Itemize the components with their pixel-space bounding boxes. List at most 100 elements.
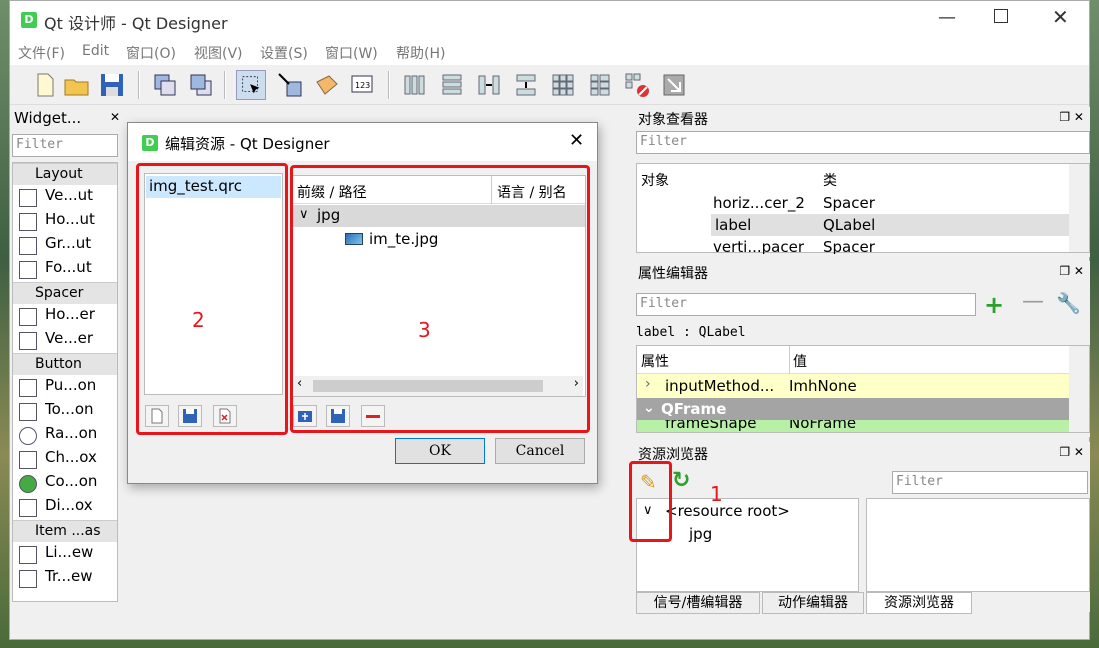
- new-file-icon[interactable]: [30, 70, 60, 100]
- layout-grid-icon[interactable]: [548, 70, 578, 100]
- widget-horizontal-spacer[interactable]: Ho...er: [17, 305, 95, 329]
- qt-designer-icon: D: [142, 135, 158, 151]
- layout-splitter-v-icon[interactable]: [511, 70, 541, 100]
- widget-filter-input[interactable]: Filter: [12, 134, 118, 157]
- widget-list-view[interactable]: Li...ew: [17, 543, 93, 567]
- resource-browser-dock: 资源浏览器 ❐ ✕ ✎ ↻ Filter ∨ <resource root> j…: [634, 442, 1090, 614]
- col-value-header: 值: [793, 354, 807, 370]
- check-box-icon: [19, 451, 37, 469]
- dock-float-icon[interactable]: ✕: [110, 110, 120, 124]
- layout-horizontal-icon[interactable]: [400, 70, 430, 100]
- widget-tool-button[interactable]: To...on: [17, 400, 94, 424]
- close-icon[interactable]: ✕: [1052, 5, 1069, 29]
- dialog-close-icon[interactable]: ✕: [569, 130, 584, 151]
- resource-file-view: [866, 498, 1090, 592]
- tree-view-icon: [19, 570, 37, 588]
- bring-front-icon[interactable]: [186, 70, 216, 100]
- menu-help[interactable]: 帮助(H): [396, 43, 445, 63]
- category-item-views[interactable]: Item ...as: [13, 520, 117, 542]
- object-inspector-dock: 对象查看器 ❐ ✕ Filter 对象 类 horiz...cer_2 Space…: [634, 107, 1090, 257]
- resource-root-item[interactable]: <resource root>: [665, 502, 790, 520]
- title-bar: D Qt 设计师 - Qt Designer — ✕: [10, 1, 1089, 39]
- property-row[interactable]: frameShape NoFrame: [637, 420, 1069, 432]
- col-class-header: 类: [823, 173, 837, 189]
- remove-property-icon[interactable]: —: [1022, 289, 1044, 314]
- widget-box-title: Widget...: [14, 109, 82, 127]
- open-folder-icon[interactable]: [62, 70, 92, 100]
- object-row-selected[interactable]: label QLabel: [711, 214, 1069, 236]
- property-table: 属性 值 › inputMethod... ImhNone ⌄ QFrame f…: [636, 345, 1090, 433]
- tab-action-editor[interactable]: 动作编辑器: [762, 592, 864, 614]
- minimize-icon[interactable]: —: [938, 7, 956, 28]
- break-layout-icon[interactable]: [622, 70, 652, 100]
- dock-close-icon[interactable]: ❐ ✕: [1059, 264, 1084, 278]
- widget-tree-view[interactable]: Tr...ew: [17, 567, 93, 591]
- resource-filter-input[interactable]: Filter: [892, 471, 1088, 494]
- menu-form[interactable]: 窗口(O): [126, 43, 176, 63]
- maximize-icon[interactable]: [994, 9, 1008, 23]
- horizontal-spacer-icon: [19, 308, 37, 326]
- object-scrollbar[interactable]: [1069, 164, 1089, 252]
- adjust-size-icon[interactable]: [659, 70, 689, 100]
- push-button-icon: [19, 379, 37, 397]
- widget-push-button[interactable]: Pu...on: [17, 376, 96, 400]
- widget-form-layout[interactable]: Fo...ut: [17, 258, 92, 282]
- edit-buddies-icon[interactable]: [312, 70, 342, 100]
- widget-radio-button[interactable]: Ra...on: [17, 424, 97, 448]
- tab-resource-browser[interactable]: 资源浏览器: [866, 592, 972, 614]
- form-layout-icon: [19, 261, 37, 279]
- property-filter-input[interactable]: Filter: [636, 293, 976, 316]
- menu-file[interactable]: 文件(F): [18, 43, 65, 63]
- menu-settings[interactable]: 设置(S): [260, 43, 308, 63]
- widget-dialog-button-box[interactable]: Di...ox: [17, 496, 93, 520]
- category-spacers[interactable]: Spacer: [13, 282, 117, 304]
- edit-tab-order-icon[interactable]: 123: [348, 70, 378, 100]
- property-context: label : QLabel: [636, 325, 746, 340]
- layout-splitter-h-icon[interactable]: [474, 70, 504, 100]
- widget-vertical-spacer[interactable]: Ve...er: [17, 329, 93, 353]
- add-property-icon[interactable]: +: [984, 291, 1004, 319]
- send-back-icon[interactable]: [150, 70, 180, 100]
- object-row[interactable]: verti...pacer Spacer: [637, 236, 1069, 254]
- edit-signals-icon[interactable]: [275, 70, 305, 100]
- object-row[interactable]: horiz...cer_2 Spacer: [637, 192, 1069, 214]
- menu-bar: 文件(F) Edit 窗口(O) 视图(V) 设置(S) 窗口(W) 帮助(H): [10, 39, 1089, 65]
- svg-text:123: 123: [355, 81, 370, 90]
- widget-check-box[interactable]: Ch...ox: [17, 448, 97, 472]
- save-icon[interactable]: [97, 70, 127, 100]
- object-filter-input[interactable]: Filter: [636, 131, 1090, 154]
- property-row[interactable]: › inputMethod... ImhNone: [637, 374, 1069, 398]
- cancel-button[interactable]: Cancel: [495, 438, 585, 464]
- layout-vertical-icon[interactable]: [437, 70, 467, 100]
- annotation-label-3: 3: [418, 318, 431, 342]
- category-buttons[interactable]: Button: [13, 353, 117, 375]
- property-scrollbar[interactable]: [1069, 346, 1089, 432]
- ok-button[interactable]: OK: [395, 438, 485, 464]
- property-section-qframe[interactable]: ⌄ QFrame: [637, 398, 1069, 420]
- edit-widgets-icon[interactable]: [236, 70, 266, 100]
- collapse-arrow-icon: ⌄: [643, 400, 655, 416]
- widget-box-dock: Widget... ✕ Filter Layout Ve...ut Ho...u…: [10, 107, 120, 615]
- layout-form-icon[interactable]: [585, 70, 615, 100]
- widget-horizontal-layout[interactable]: Ho...ut: [17, 210, 95, 234]
- annotation-box-3: [290, 165, 590, 433]
- horizontal-layout-icon: [19, 213, 37, 231]
- menu-view[interactable]: 视图(V): [194, 43, 243, 63]
- widget-command-link[interactable]: Co...on: [17, 472, 97, 496]
- dock-close-icon[interactable]: ❐ ✕: [1059, 110, 1084, 124]
- configure-wrench-icon[interactable]: 🔧: [1056, 291, 1081, 315]
- widget-grid-layout[interactable]: Gr...ut: [17, 234, 91, 258]
- expand-arrow-icon: ›: [645, 376, 651, 392]
- resource-jpg-item[interactable]: jpg: [689, 525, 712, 543]
- command-link-icon: [19, 475, 37, 493]
- tab-signal-slot-editor[interactable]: 信号/槽编辑器: [636, 592, 760, 614]
- menu-window[interactable]: 窗口(W): [325, 43, 378, 63]
- category-layouts[interactable]: Layout: [13, 163, 117, 185]
- dock-close-icon[interactable]: ❐ ✕: [1059, 445, 1084, 459]
- vertical-spacer-icon: [19, 332, 37, 350]
- reload-icon[interactable]: ↻: [672, 468, 690, 493]
- menu-edit[interactable]: Edit: [82, 43, 109, 59]
- widget-vertical-layout[interactable]: Ve...ut: [17, 186, 93, 210]
- window-title: Qt 设计师 - Qt Designer: [44, 14, 228, 33]
- widget-list: Layout Ve...ut Ho...ut Gr...ut Fo...ut S…: [12, 162, 118, 602]
